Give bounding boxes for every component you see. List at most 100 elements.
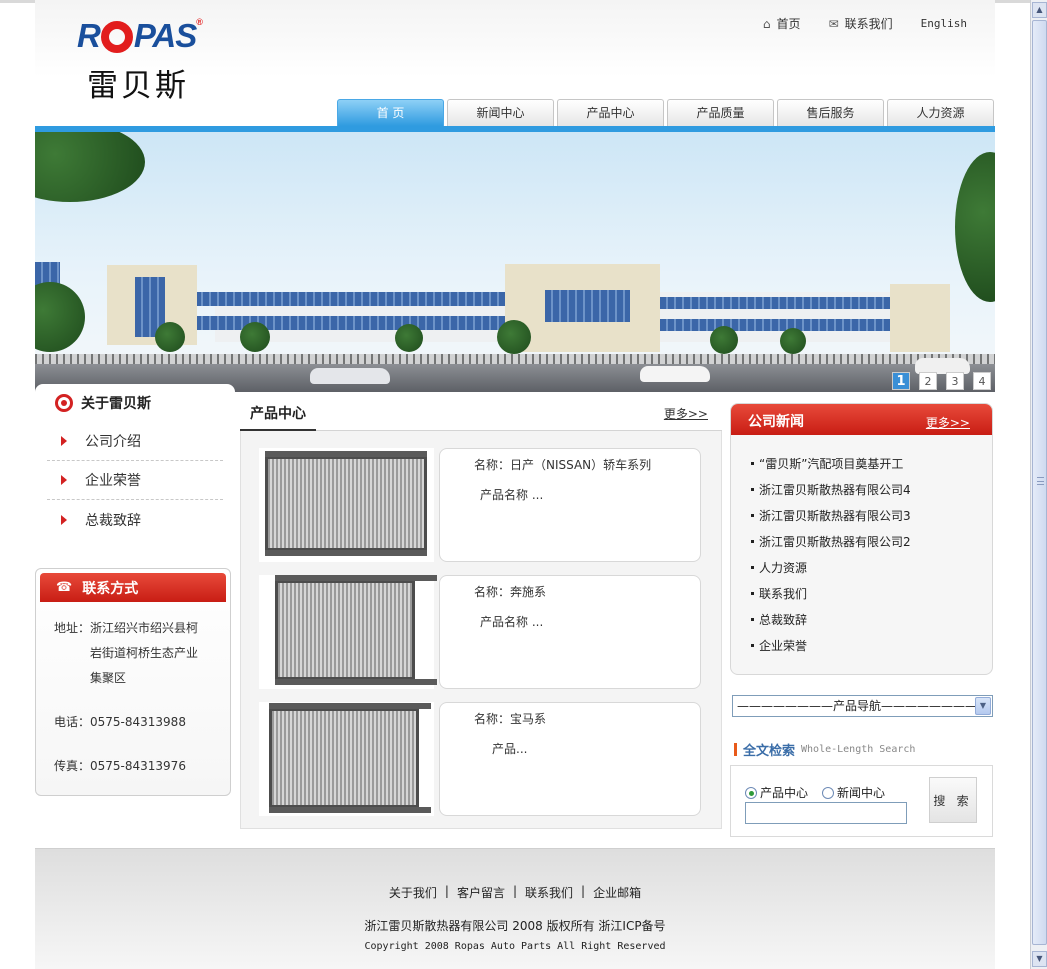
search-input[interactable] bbox=[745, 802, 907, 824]
bullet-icon bbox=[751, 565, 754, 569]
slide-1-button[interactable]: 1 bbox=[892, 372, 910, 390]
main-nav: 首 页 新闻中心 产品中心 产品质量 售后服务 人力资源 bbox=[337, 99, 994, 126]
bullet-icon bbox=[751, 539, 754, 543]
footer-link-message[interactable]: 客户留言 bbox=[449, 884, 513, 901]
product-name[interactable]: 名称：日产（NISSAN）轿车系列 bbox=[474, 457, 700, 483]
news-item-label: 人力资源 bbox=[759, 560, 808, 575]
nav-tab-home[interactable]: 首 页 bbox=[337, 99, 444, 126]
product-image[interactable] bbox=[259, 448, 434, 562]
bullet-icon bbox=[751, 487, 754, 491]
fence bbox=[35, 354, 995, 364]
slide-pager: 1 2 3 4 bbox=[892, 372, 991, 390]
contact-link[interactable]: ✉ 联系我们 bbox=[829, 15, 893, 32]
registered-mark: ® bbox=[196, 17, 203, 27]
news-item-label: 总裁致辞 bbox=[759, 612, 808, 627]
slide-3-button[interactable]: 3 bbox=[946, 372, 964, 390]
nav-tab-hr[interactable]: 人力资源 bbox=[887, 99, 994, 126]
news-panel: 公司新闻 更多>> “雷贝斯”汽配项目奠基开工 浙江雷贝斯散热器有限公司4 浙江… bbox=[730, 403, 993, 675]
target-icon bbox=[55, 394, 73, 412]
tree bbox=[710, 326, 738, 354]
news-item[interactable]: 浙江雷贝斯散热器有限公司3 bbox=[751, 502, 992, 528]
product-name[interactable]: 名称：奔施系 bbox=[474, 584, 700, 610]
nav-tab-service[interactable]: 售后服务 bbox=[777, 99, 884, 126]
right-column: 公司新闻 更多>> “雷贝斯”汽配项目奠基开工 浙江雷贝斯散热器有限公司4 浙江… bbox=[730, 403, 995, 837]
building-windows bbox=[660, 297, 890, 309]
news-item-label: “雷贝斯”汽配项目奠基开工 bbox=[759, 456, 904, 471]
radio-checked-icon[interactable] bbox=[745, 786, 757, 799]
news-item[interactable]: 人力资源 bbox=[751, 554, 992, 580]
tree bbox=[955, 152, 995, 302]
footer-link-contact[interactable]: 联系我们 bbox=[517, 884, 581, 901]
products-more-link[interactable]: 更多>> bbox=[664, 405, 708, 422]
footer-link-about[interactable]: 关于我们 bbox=[381, 884, 445, 901]
nav-tab-products[interactable]: 产品中心 bbox=[557, 99, 664, 126]
logo[interactable]: R PAS ® bbox=[77, 17, 203, 55]
tree bbox=[395, 324, 423, 352]
scroll-up-button[interactable]: ▲ bbox=[1032, 2, 1047, 18]
footer-link-mail[interactable]: 企业邮箱 bbox=[585, 884, 649, 901]
search-header: 全文检索 Whole-Length Search bbox=[734, 740, 915, 759]
bullet-icon bbox=[751, 513, 754, 517]
scroll-down-button[interactable]: ▼ bbox=[1032, 951, 1047, 967]
about-item-ceo-speech[interactable]: 总裁致辞 bbox=[47, 500, 223, 539]
footer-links: 关于我们 | 客户留言 | 联系我们 | 企业邮箱 bbox=[35, 884, 995, 901]
product-nav-selected: ————————产品导航———————— bbox=[737, 699, 978, 713]
slide-4-button[interactable]: 4 bbox=[973, 372, 991, 390]
news-item[interactable]: 企业荣誉 bbox=[751, 632, 992, 658]
product-nav-select[interactable]: ————————产品导航———————— ▼ bbox=[732, 695, 993, 717]
radio-products[interactable]: 产品中心 bbox=[745, 784, 808, 801]
news-item-label: 联系我们 bbox=[759, 586, 808, 601]
mail-icon: ✉ bbox=[828, 16, 839, 31]
product-name[interactable]: 名称：宝马系 bbox=[474, 711, 700, 737]
news-item[interactable]: 浙江雷贝斯散热器有限公司4 bbox=[751, 476, 992, 502]
news-item[interactable]: “雷贝斯”汽配项目奠基开工 bbox=[751, 450, 992, 476]
grip-icon bbox=[1037, 477, 1044, 485]
english-link-label: English bbox=[920, 17, 967, 30]
search-panel: 产品中心 新闻中心 搜 索 bbox=[730, 765, 993, 837]
product-image[interactable] bbox=[259, 702, 434, 816]
about-item-intro[interactable]: 公司介绍 bbox=[47, 422, 223, 461]
search-marker bbox=[734, 743, 737, 756]
banner-image: 1 2 3 4 bbox=[35, 132, 995, 392]
news-list: “雷贝斯”汽配项目奠基开工 浙江雷贝斯散热器有限公司4 浙江雷贝斯散热器有限公司… bbox=[731, 435, 992, 658]
english-link[interactable]: English bbox=[921, 15, 967, 32]
news-item[interactable]: 联系我们 bbox=[751, 580, 992, 606]
tree bbox=[780, 328, 806, 354]
product-image[interactable] bbox=[259, 575, 437, 689]
product-item: 名称：宝马系 产品... bbox=[259, 702, 721, 829]
site-header: R PAS ® 雷贝斯 ⌂ 首页 ✉ 联系我们 English 首 页 新闻中心 产… bbox=[35, 0, 995, 132]
news-item[interactable]: 浙江雷贝斯散热器有限公司2 bbox=[751, 528, 992, 554]
news-item[interactable]: 总裁致辞 bbox=[751, 606, 992, 632]
products-header: 产品中心 更多>> bbox=[240, 400, 722, 431]
bullet-icon bbox=[751, 591, 754, 595]
contact-phone: 电话：0575-84313988 bbox=[54, 715, 186, 729]
bullet-icon bbox=[751, 461, 754, 465]
news-more-link[interactable]: 更多>> bbox=[926, 414, 970, 431]
building-windows bbox=[195, 292, 515, 306]
product-info: 名称：宝马系 产品... bbox=[439, 702, 701, 816]
search-button[interactable]: 搜 索 bbox=[929, 777, 977, 823]
news-item-label: 浙江雷贝斯散热器有限公司4 bbox=[759, 482, 911, 497]
arrow-right-icon bbox=[61, 436, 67, 446]
radio-unchecked-icon[interactable] bbox=[822, 786, 835, 799]
vertical-scrollbar[interactable]: ▲ ▼ bbox=[1030, 0, 1047, 969]
radio-label: 产品中心 bbox=[760, 786, 809, 800]
car bbox=[310, 368, 390, 384]
home-link[interactable]: ⌂ 首页 bbox=[763, 15, 801, 32]
page: R PAS ® 雷贝斯 ⌂ 首页 ✉ 联系我们 English 首 页 新闻中心 产… bbox=[35, 0, 995, 969]
tree bbox=[35, 282, 85, 352]
slide-2-button[interactable]: 2 bbox=[919, 372, 937, 390]
radio-news[interactable]: 新闻中心 bbox=[822, 784, 885, 801]
chevron-down-icon[interactable]: ▼ bbox=[975, 697, 991, 715]
product-info: 名称：奔施系 产品名称 ... bbox=[439, 575, 701, 689]
scrollbar-thumb[interactable] bbox=[1032, 20, 1047, 945]
top-links: ⌂ 首页 ✉ 联系我们 English bbox=[763, 15, 967, 32]
news-header: 公司新闻 更多>> bbox=[731, 404, 992, 435]
about-item-honors[interactable]: 企业荣誉 bbox=[47, 461, 223, 500]
nav-tab-news[interactable]: 新闻中心 bbox=[447, 99, 554, 126]
arrow-right-icon bbox=[61, 475, 67, 485]
about-item-label: 公司介绍 bbox=[85, 434, 141, 450]
nav-tab-quality[interactable]: 产品质量 bbox=[667, 99, 774, 126]
contact-panel: ☎ 联系方式 地址： 浙江绍兴市绍兴县柯岩街道柯桥生态产业集聚区 电话：0575… bbox=[35, 568, 231, 796]
building-windows bbox=[545, 290, 630, 322]
